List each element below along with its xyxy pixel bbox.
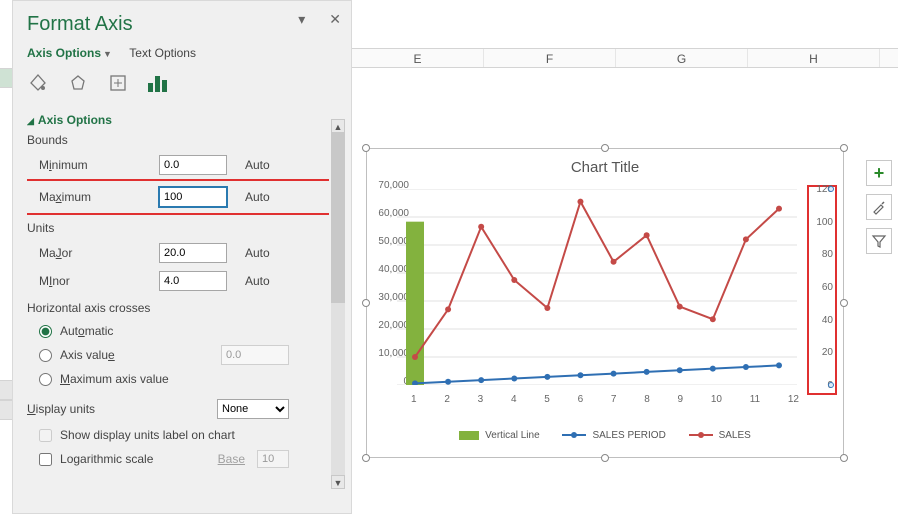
fill-line-icon[interactable]	[27, 72, 49, 94]
radio-axis-value[interactable]	[39, 349, 52, 362]
chart-legend[interactable]: Vertical Line SALES PERIOD SALES	[367, 430, 843, 444]
resize-handle[interactable]	[362, 454, 370, 462]
pane-title: Format Axis	[27, 13, 341, 36]
resize-handle[interactable]	[601, 144, 609, 152]
checkbox-logarithmic-scale[interactable]	[39, 453, 52, 466]
log-base-input	[257, 450, 289, 468]
col-header[interactable]: F	[484, 49, 616, 67]
chart-styles-button[interactable]	[866, 194, 892, 220]
label-bounds: Bounds	[27, 133, 329, 147]
pane-options-caret-icon[interactable]: ▾	[298, 11, 305, 28]
col-header[interactable]: G	[616, 49, 748, 67]
bounds-minimum-row: Minimum Auto	[27, 151, 329, 179]
effects-icon[interactable]	[67, 72, 89, 94]
label-display-units: Uisplay units	[27, 402, 159, 416]
axis-options-icon[interactable]	[147, 72, 169, 94]
col-header[interactable]: H	[748, 49, 880, 67]
bounds-minimum-reset[interactable]: Auto	[245, 158, 270, 172]
axis-select-handle[interactable]	[828, 382, 834, 388]
plot-area[interactable]	[397, 189, 797, 385]
radio-maximum-axis-value[interactable]	[39, 373, 52, 386]
row-header-gutter	[0, 0, 12, 514]
label-units: Units	[27, 221, 329, 235]
bounds-maximum-input[interactable]	[159, 187, 227, 207]
resize-handle[interactable]	[840, 144, 848, 152]
scroll-thumb[interactable]	[331, 133, 345, 303]
chart-elements-button[interactable]: +	[866, 160, 892, 186]
units-major-row: MaJor Auto	[27, 239, 329, 267]
x-axis: 123456789101112	[411, 394, 799, 405]
resize-handle[interactable]	[840, 454, 848, 462]
resize-handle[interactable]	[362, 144, 370, 152]
size-properties-icon[interactable]	[107, 72, 129, 94]
scroll-up-icon[interactable]: ▲	[331, 119, 345, 133]
close-icon[interactable]: ✕	[329, 11, 341, 28]
bounds-maximum-reset[interactable]: Auto	[245, 190, 270, 204]
units-major-input[interactable]	[159, 243, 227, 263]
pane-scrollbar[interactable]: ▲ ▼	[331, 119, 345, 489]
section-axis-options[interactable]: ◢Axis Options	[27, 113, 329, 127]
label-horizontal-axis-crosses: Horizontal axis crosses	[27, 301, 329, 315]
chart-filter-button[interactable]	[866, 228, 892, 254]
legend-swatch-bar	[459, 431, 479, 440]
bounds-minimum-input[interactable]	[159, 155, 227, 175]
bounds-maximum-row: Maximum Auto	[27, 183, 329, 211]
column-headers: E F G H	[352, 48, 898, 68]
display-units-select[interactable]: None	[217, 399, 289, 419]
axis-value-input	[221, 345, 289, 365]
resize-handle[interactable]	[362, 299, 370, 307]
resize-handle[interactable]	[840, 299, 848, 307]
tab-text-options[interactable]: Text Options	[129, 46, 196, 60]
resize-handle[interactable]	[601, 454, 609, 462]
tab-axis-options[interactable]: Axis Options▼	[27, 46, 112, 60]
radio-automatic[interactable]	[39, 325, 52, 338]
units-minor-reset[interactable]: Auto	[245, 274, 270, 288]
legend-swatch-red	[689, 430, 713, 440]
chart-title[interactable]: Chart Title	[367, 149, 843, 180]
col-header[interactable]: E	[352, 49, 484, 67]
scroll-down-icon[interactable]: ▼	[331, 475, 345, 489]
format-axis-pane: Format Axis ▾ ✕ Axis Options▼ Text Optio…	[12, 0, 352, 514]
legend-swatch-blue	[562, 430, 586, 440]
units-minor-row: MInor Auto	[27, 267, 329, 295]
secondary-y-axis[interactable]: 020406080100120	[811, 189, 833, 389]
units-minor-input[interactable]	[159, 271, 227, 291]
checkbox-show-display-units-label	[39, 429, 52, 442]
axis-select-handle[interactable]	[828, 186, 834, 192]
units-major-reset[interactable]: Auto	[245, 246, 270, 260]
highlight-maximum: Maximum Auto	[27, 179, 329, 215]
chart-object[interactable]: Chart Title 010,00020,00030,00040,00050,…	[366, 148, 844, 458]
